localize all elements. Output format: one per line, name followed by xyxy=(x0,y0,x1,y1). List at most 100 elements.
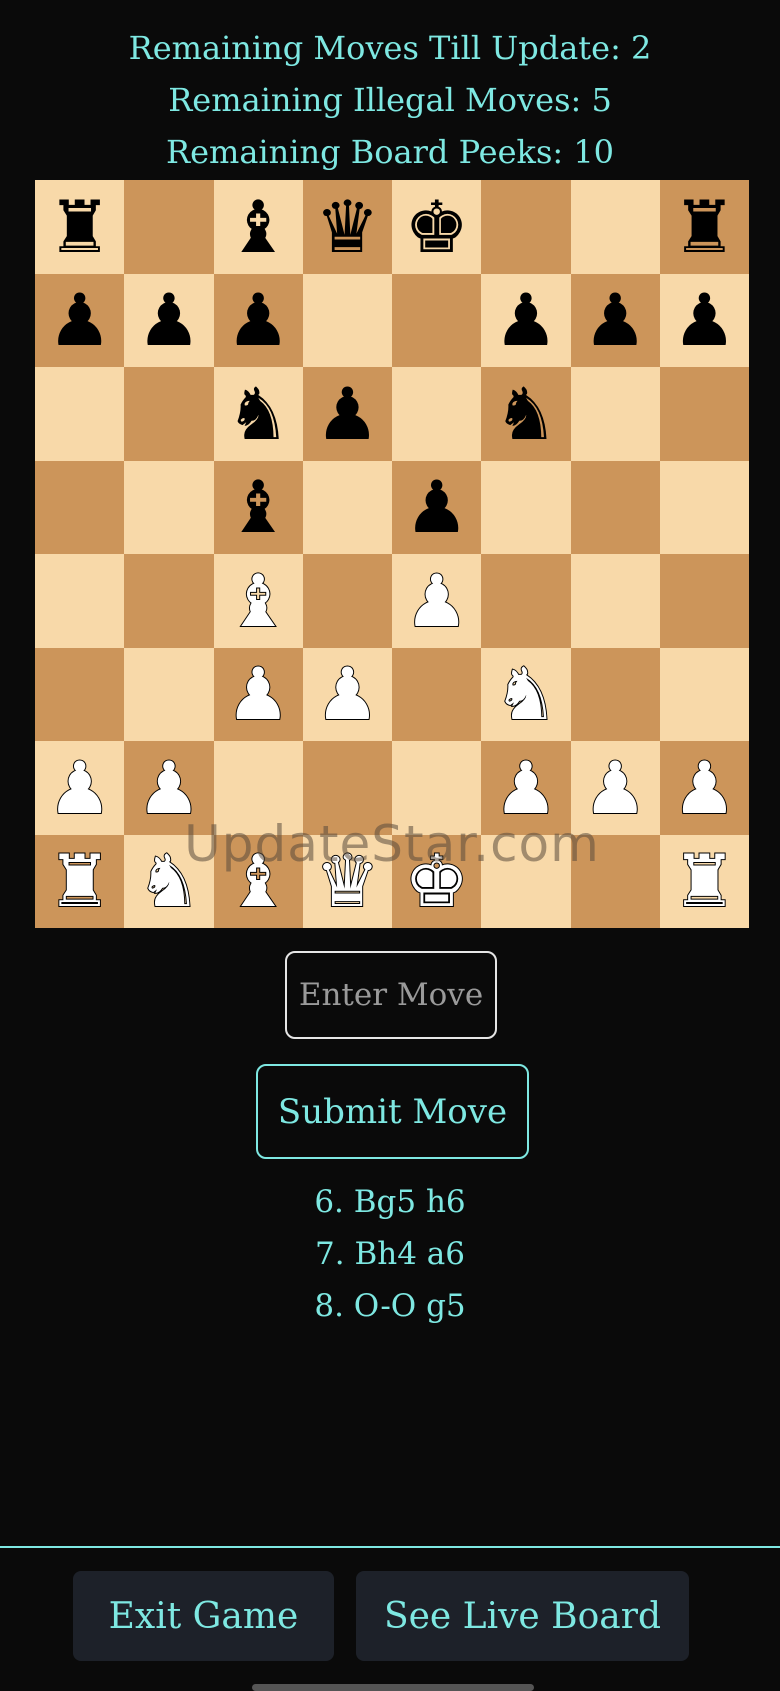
black-pawn-icon[interactable]: ♟ xyxy=(315,378,380,450)
square-h8[interactable]: ♜ xyxy=(659,180,749,274)
square-f8[interactable] xyxy=(481,180,571,274)
white-bishop-icon[interactable]: ♝ xyxy=(225,564,292,638)
square-d3[interactable]: ♟ xyxy=(302,647,392,741)
square-c5[interactable]: ♝ xyxy=(213,460,303,554)
black-pawn-icon[interactable]: ♟ xyxy=(494,284,559,356)
square-f5[interactable] xyxy=(481,460,571,554)
white-queen-icon[interactable]: ♛ xyxy=(314,844,381,918)
exit-game-button[interactable]: Exit Game xyxy=(73,1571,334,1661)
white-pawn-icon[interactable]: ♟ xyxy=(671,751,738,825)
square-h5[interactable] xyxy=(659,460,749,554)
square-h7[interactable]: ♟ xyxy=(659,273,749,367)
black-queen-icon[interactable]: ♛ xyxy=(315,191,380,263)
white-pawn-icon[interactable]: ♟ xyxy=(314,657,381,731)
square-a1[interactable]: ♜ xyxy=(35,834,125,928)
square-f4[interactable] xyxy=(481,554,571,648)
square-e7[interactable] xyxy=(392,273,482,367)
square-c6[interactable]: ♞ xyxy=(213,367,303,461)
square-b1[interactable]: ♞ xyxy=(124,834,214,928)
black-knight-icon[interactable]: ♞ xyxy=(494,378,559,450)
square-c8[interactable]: ♝ xyxy=(213,180,303,274)
white-bishop-icon[interactable]: ♝ xyxy=(225,844,292,918)
square-e3[interactable] xyxy=(392,647,482,741)
move-input[interactable] xyxy=(285,951,497,1039)
square-c1[interactable]: ♝ xyxy=(213,834,303,928)
square-g3[interactable] xyxy=(570,647,660,741)
square-h4[interactable] xyxy=(659,554,749,648)
submit-move-button[interactable]: Submit Move xyxy=(256,1064,529,1159)
white-rook-icon[interactable]: ♜ xyxy=(46,844,113,918)
square-a8[interactable]: ♜ xyxy=(35,180,125,274)
square-e5[interactable]: ♟ xyxy=(392,460,482,554)
square-c3[interactable]: ♟ xyxy=(213,647,303,741)
square-d7[interactable] xyxy=(302,273,392,367)
black-pawn-icon[interactable]: ♟ xyxy=(47,284,112,356)
black-knight-icon[interactable]: ♞ xyxy=(226,378,291,450)
square-g5[interactable] xyxy=(570,460,660,554)
black-pawn-icon[interactable]: ♟ xyxy=(404,471,469,543)
square-d4[interactable] xyxy=(302,554,392,648)
square-g6[interactable] xyxy=(570,367,660,461)
square-e1[interactable]: ♚ xyxy=(392,834,482,928)
square-b8[interactable] xyxy=(124,180,214,274)
square-d8[interactable]: ♛ xyxy=(302,180,392,274)
square-h3[interactable] xyxy=(659,647,749,741)
square-a2[interactable]: ♟ xyxy=(35,741,125,835)
white-pawn-icon[interactable]: ♟ xyxy=(403,564,470,638)
square-b4[interactable] xyxy=(124,554,214,648)
black-bishop-icon[interactable]: ♝ xyxy=(226,471,291,543)
white-knight-icon[interactable]: ♞ xyxy=(136,844,203,918)
square-f1[interactable] xyxy=(481,834,571,928)
square-a5[interactable] xyxy=(35,460,125,554)
black-pawn-icon[interactable]: ♟ xyxy=(583,284,648,356)
square-f3[interactable]: ♞ xyxy=(481,647,571,741)
square-g7[interactable]: ♟ xyxy=(570,273,660,367)
square-d5[interactable] xyxy=(302,460,392,554)
square-b5[interactable] xyxy=(124,460,214,554)
square-a4[interactable] xyxy=(35,554,125,648)
square-h1[interactable]: ♜ xyxy=(659,834,749,928)
square-g4[interactable] xyxy=(570,554,660,648)
square-f7[interactable]: ♟ xyxy=(481,273,571,367)
square-e2[interactable] xyxy=(392,741,482,835)
square-d2[interactable] xyxy=(302,741,392,835)
square-f6[interactable]: ♞ xyxy=(481,367,571,461)
white-pawn-icon[interactable]: ♟ xyxy=(46,751,113,825)
square-c7[interactable]: ♟ xyxy=(213,273,303,367)
square-b2[interactable]: ♟ xyxy=(124,741,214,835)
white-pawn-icon[interactable]: ♟ xyxy=(493,751,560,825)
square-c2[interactable] xyxy=(213,741,303,835)
white-pawn-icon[interactable]: ♟ xyxy=(225,657,292,731)
black-rook-icon[interactable]: ♜ xyxy=(672,191,737,263)
chess-board[interactable]: ♜ ♝ ♛ ♚ ♜ ♟ ♟ ♟ ♟ ♟ ♟ ♞ ♟ ♞ ♝ ♟ ♝ ♟ ♟ ♟ ♞ ♟ ♟ ♟ ♟ ♟ ♜ ♞ ♝ ♛ ♚ ♜ xyxy=(35,180,749,928)
black-rook-icon[interactable]: ♜ xyxy=(47,191,112,263)
white-king-icon[interactable]: ♚ xyxy=(403,844,470,918)
white-pawn-icon[interactable]: ♟ xyxy=(582,751,649,825)
black-pawn-icon[interactable]: ♟ xyxy=(672,284,737,356)
square-f2[interactable]: ♟ xyxy=(481,741,571,835)
square-e4[interactable]: ♟ xyxy=(392,554,482,648)
square-d6[interactable]: ♟ xyxy=(302,367,392,461)
square-a3[interactable] xyxy=(35,647,125,741)
square-e6[interactable] xyxy=(392,367,482,461)
square-d1[interactable]: ♛ xyxy=(302,834,392,928)
square-h6[interactable] xyxy=(659,367,749,461)
black-pawn-icon[interactable]: ♟ xyxy=(226,284,291,356)
square-a7[interactable]: ♟ xyxy=(35,273,125,367)
black-pawn-icon[interactable]: ♟ xyxy=(137,284,202,356)
square-c4[interactable]: ♝ xyxy=(213,554,303,648)
square-h2[interactable]: ♟ xyxy=(659,741,749,835)
square-a6[interactable] xyxy=(35,367,125,461)
square-b3[interactable] xyxy=(124,647,214,741)
black-bishop-icon[interactable]: ♝ xyxy=(226,191,291,263)
square-e8[interactable]: ♚ xyxy=(392,180,482,274)
square-g1[interactable] xyxy=(570,834,660,928)
white-rook-icon[interactable]: ♜ xyxy=(671,844,738,918)
square-b6[interactable] xyxy=(124,367,214,461)
black-king-icon[interactable]: ♚ xyxy=(404,191,469,263)
square-g2[interactable]: ♟ xyxy=(570,741,660,835)
see-live-board-button[interactable]: See Live Board xyxy=(356,1571,689,1661)
square-g8[interactable] xyxy=(570,180,660,274)
white-pawn-icon[interactable]: ♟ xyxy=(136,751,203,825)
white-knight-icon[interactable]: ♞ xyxy=(493,657,560,731)
